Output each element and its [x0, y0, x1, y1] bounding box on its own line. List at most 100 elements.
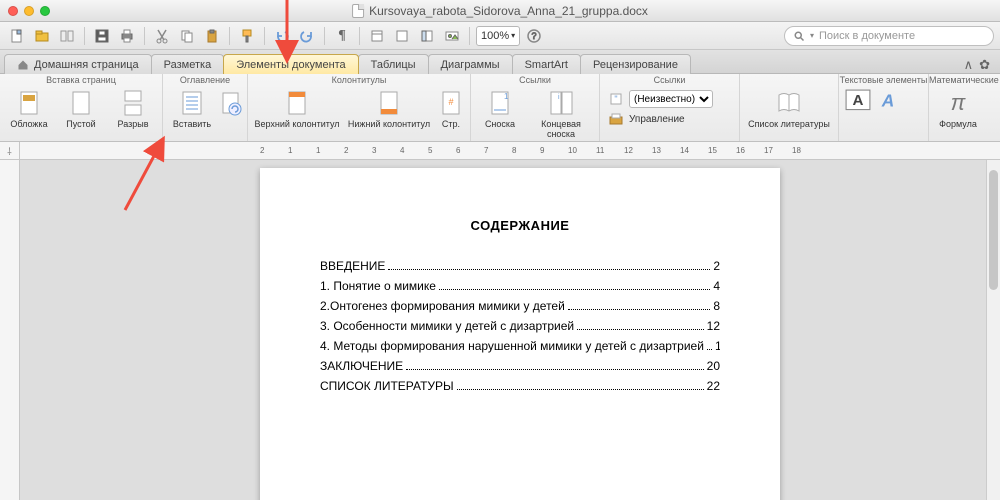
group-toc-title: Оглавление — [163, 74, 247, 86]
cover-page-button[interactable]: Обложка — [4, 88, 54, 130]
group-text: Текстовые элементы A A — [839, 74, 929, 141]
ruler-tick: 16 — [736, 146, 745, 155]
toc-dots — [568, 299, 711, 310]
scrollbar-thumb[interactable] — [989, 170, 998, 290]
group-math-title: Математические — [929, 74, 999, 86]
gear-icon[interactable]: ✿ — [979, 57, 990, 73]
footnote-button[interactable]: 1 Сноска — [475, 88, 525, 130]
svg-text:A: A — [853, 92, 864, 109]
tab-elements-label: Элементы документа — [236, 59, 345, 71]
cut-button[interactable] — [151, 25, 173, 47]
group-text-title: Текстовые элементы — [839, 74, 928, 86]
toc-page: 17 — [715, 339, 720, 353]
refs-manage-row[interactable]: Управление — [608, 111, 685, 127]
wordart-icon[interactable]: A — [875, 89, 901, 111]
view2-button[interactable] — [391, 25, 413, 47]
toc-page: 22 — [707, 379, 720, 393]
toc-text: 4. Методы формирования нарушенной мимики… — [320, 339, 704, 353]
svg-text:π: π — [951, 90, 967, 115]
ruler-tick: 8 — [512, 146, 516, 155]
endnote-button[interactable]: i Концевая сноска — [527, 88, 595, 140]
paragraph-marks-button[interactable]: ¶ — [331, 25, 353, 47]
quote-icon: " — [608, 91, 624, 107]
toc-line: 1. Понятие о мимике4 — [320, 279, 720, 293]
separator — [229, 27, 230, 45]
collapse-ribbon-icon[interactable]: ∧ — [964, 57, 974, 73]
zoom-window-icon[interactable] — [40, 6, 50, 16]
ruler-tick: 4 — [400, 146, 404, 155]
endnote-label: Концевая сноска — [527, 120, 595, 140]
chevron-down-icon: ▾ — [810, 31, 814, 40]
print-button[interactable] — [116, 25, 138, 47]
tab-review[interactable]: Рецензирование — [580, 54, 691, 74]
toc-page: 20 — [707, 359, 720, 373]
refs-insert-row[interactable]: " (Неизвестно) — [608, 90, 713, 108]
tab-tables[interactable]: Таблицы — [358, 54, 429, 74]
group-headers: Колонтитулы Верхний колонтитул Нижний ко… — [248, 74, 471, 141]
ribbon-tabs: Домашняя страница Разметка Элементы доку… — [0, 50, 1000, 74]
formula-label: Формула — [939, 120, 977, 130]
group-pages: Вставка страниц Обложка Пустой Разрыв — [0, 74, 163, 141]
gallery-button[interactable] — [441, 25, 463, 47]
undo-button[interactable] — [271, 25, 293, 47]
open-button[interactable] — [31, 25, 53, 47]
ruler-tick: 11 — [596, 146, 604, 155]
page-number-button[interactable]: # Стр. — [436, 88, 466, 130]
tab-home[interactable]: Домашняя страница — [4, 54, 152, 74]
ruler-tick: 7 — [484, 146, 488, 155]
ruler-tick: 18 — [792, 146, 801, 155]
toc-dots — [439, 279, 710, 290]
save-button[interactable] — [91, 25, 113, 47]
ruler-tick: 12 — [624, 146, 633, 155]
ruler-tick: 1 — [288, 146, 292, 155]
toc-page: 8 — [713, 299, 720, 313]
separator — [84, 27, 85, 45]
ruler-tick: 17 — [764, 146, 773, 155]
tab-diagrams[interactable]: Диаграммы — [428, 54, 513, 74]
redo-button[interactable] — [296, 25, 318, 47]
group-bibliography-title — [740, 74, 838, 86]
zoom-control[interactable]: 100% ▾ — [476, 26, 520, 46]
copy-button[interactable] — [176, 25, 198, 47]
close-window-icon[interactable] — [8, 6, 18, 16]
footer-button[interactable]: Нижний колонтитул — [344, 88, 434, 130]
tab-elements[interactable]: Элементы документа — [223, 54, 358, 74]
toc-line: 2.Онтогенез формирования мимики у детей8 — [320, 299, 720, 313]
view1-button[interactable] — [366, 25, 388, 47]
svg-text:#: # — [448, 97, 453, 107]
vertical-scrollbar[interactable] — [986, 160, 1000, 500]
blank-page-label: Пустой — [66, 120, 95, 130]
ruler-tick: 15 — [708, 146, 717, 155]
formula-button[interactable]: π Формула — [933, 88, 983, 130]
tab-smartart[interactable]: SmartArt — [512, 54, 581, 74]
textbox-icon[interactable]: A — [845, 89, 871, 111]
toc-line: ВВЕДЕНИЕ2 — [320, 259, 720, 273]
toc-text: ВВЕДЕНИЕ — [320, 259, 385, 273]
document-icon — [352, 4, 364, 18]
blank-page-button[interactable]: Пустой — [56, 88, 106, 130]
separator — [324, 27, 325, 45]
new-doc-button[interactable] — [6, 25, 28, 47]
toc-insert-button[interactable]: Вставить — [167, 88, 217, 130]
toc-update-button[interactable] — [219, 88, 243, 120]
sidebar-button[interactable] — [416, 25, 438, 47]
header-button[interactable]: Верхний колонтитул — [252, 88, 342, 130]
page-break-button[interactable]: Разрыв — [108, 88, 158, 130]
workspace: ⸸ 21123456789101112131415161718 СОДЕРЖАН… — [0, 142, 1000, 500]
tab-layout[interactable]: Разметка — [151, 54, 225, 74]
refs-style-select[interactable]: (Неизвестно) — [629, 90, 713, 108]
minimize-window-icon[interactable] — [24, 6, 34, 16]
search-field[interactable]: ▾ Поиск в документе — [784, 26, 994, 46]
toc-page: 4 — [713, 279, 720, 293]
separator — [264, 27, 265, 45]
templates-button[interactable] — [56, 25, 78, 47]
help-button[interactable]: ? — [523, 25, 545, 47]
separator — [469, 27, 470, 45]
format-painter-button[interactable] — [236, 25, 258, 47]
ruler-tick: 6 — [456, 146, 460, 155]
bibliography-button[interactable]: Список литературы — [744, 88, 834, 130]
ruler-tick: 10 — [568, 146, 577, 155]
search-icon — [793, 30, 805, 42]
document-area[interactable]: СОДЕРЖАНИЕ ВВЕДЕНИЕ21. Понятие о мимике4… — [20, 160, 1000, 500]
paste-button[interactable] — [201, 25, 223, 47]
